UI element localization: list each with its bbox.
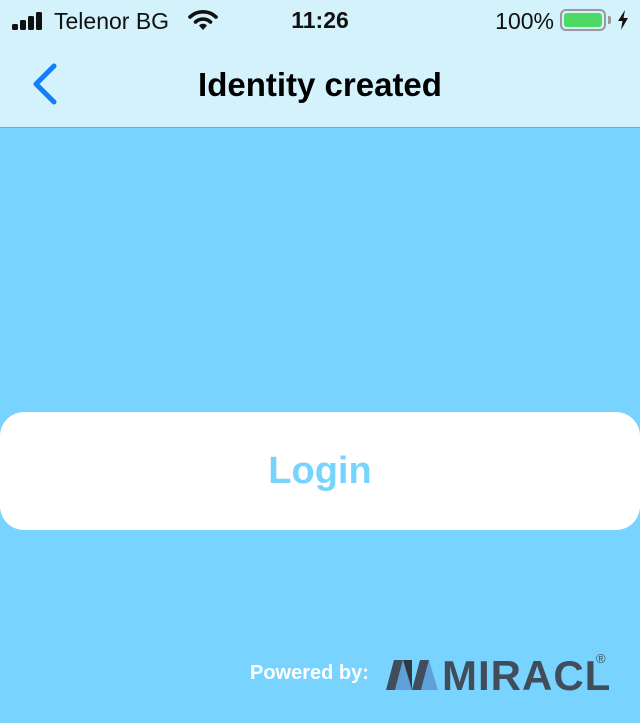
carrier-name: Telenor BG (54, 8, 170, 34)
powered-by-label: Powered by: (250, 662, 369, 684)
miracl-wordmark: MIRACL (442, 652, 612, 699)
back-button[interactable] (24, 58, 68, 112)
cellular-signal-icon (12, 12, 46, 30)
status-bar: Telenor BG 11:26 100% (0, 0, 640, 40)
page-title: Identity created (198, 66, 442, 103)
battery-cap (608, 16, 611, 24)
clock: 11:26 (291, 7, 349, 33)
login-button-label: Login (268, 449, 372, 492)
miracl-logo: MIRACL ® (386, 651, 636, 699)
top-bar: Telenor BG 11:26 100% Identity created (0, 0, 640, 128)
chevron-left-icon (33, 63, 57, 105)
battery-percent: 100% (495, 8, 554, 34)
miracl-mark-icon (386, 660, 438, 690)
login-button[interactable]: Login (0, 412, 640, 530)
registered-mark: ® (596, 651, 606, 666)
charging-bolt-icon (618, 10, 628, 30)
battery-icon (560, 9, 606, 31)
battery-level-fill (564, 13, 602, 27)
wifi-icon (188, 10, 218, 30)
